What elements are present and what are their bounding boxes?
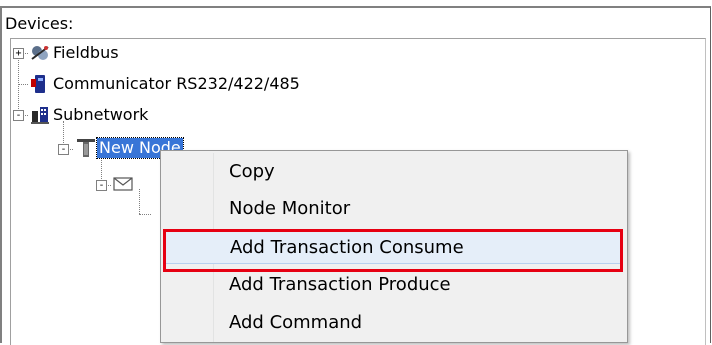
- tree-line: [139, 214, 151, 215]
- fieldbus-icon: [29, 43, 51, 63]
- tree-node-subnetwork[interactable]: Subnetwork: [53, 105, 148, 125]
- expand-toggle-subnetwork[interactable]: -: [13, 110, 24, 121]
- subnetwork-icon: [29, 105, 51, 125]
- expand-toggle-envelope[interactable]: -: [96, 180, 107, 191]
- expand-toggle-new-node[interactable]: -: [58, 144, 69, 155]
- menu-item-add-transaction-consume[interactable]: Add Transaction Consume: [164, 230, 622, 264]
- tree-node-communicator[interactable]: Communicator RS232/422/485: [53, 74, 300, 94]
- menu-item-add-command[interactable]: Add Command: [164, 306, 622, 340]
- context-menu: Copy Node Monitor Add Transaction Consum…: [160, 150, 628, 343]
- tree-line: [139, 189, 140, 214]
- menu-item-add-transaction-produce[interactable]: Add Transaction Produce: [164, 268, 622, 302]
- menu-item-copy[interactable]: Copy: [164, 155, 622, 189]
- tree-node-fieldbus[interactable]: Fieldbus: [53, 43, 119, 63]
- tree-line: [18, 84, 28, 85]
- node-icon: [75, 138, 97, 158]
- expand-toggle-fieldbus[interactable]: +: [13, 48, 24, 59]
- menu-item-node-monitor[interactable]: Node Monitor: [164, 192, 622, 226]
- panel-title: Devices:: [5, 14, 74, 33]
- communicator-icon: [29, 74, 51, 94]
- envelope-icon: [112, 174, 134, 194]
